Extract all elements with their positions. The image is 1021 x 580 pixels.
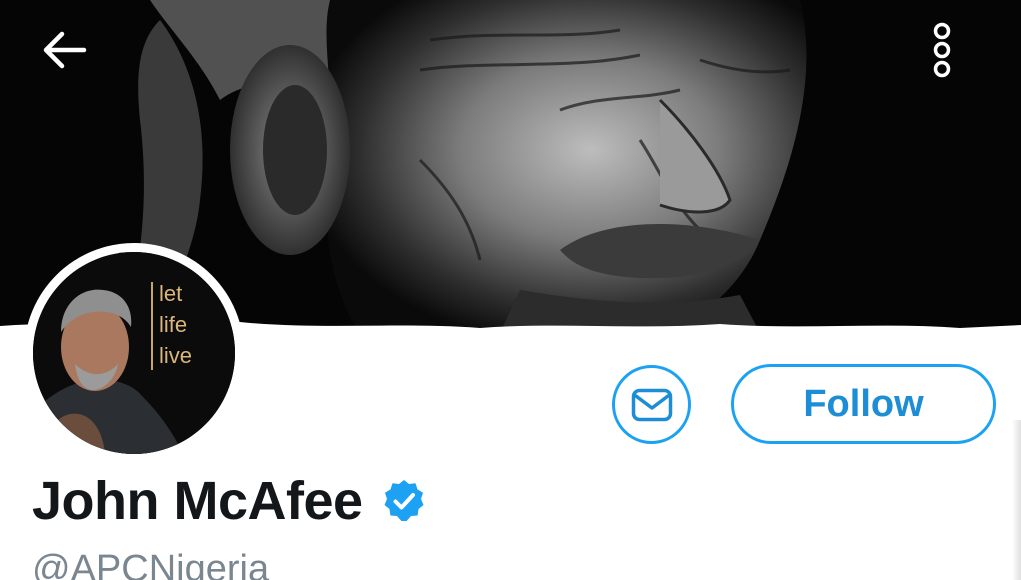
avatar-gold-divider bbox=[151, 282, 153, 370]
verified-badge-icon bbox=[384, 480, 424, 521]
avatar-text-line: live bbox=[159, 343, 193, 368]
vertical-ellipsis-icon bbox=[933, 22, 951, 78]
profile-handle: @APCNigeria bbox=[32, 548, 270, 580]
back-button[interactable] bbox=[40, 30, 120, 102]
avatar-photo: let life live bbox=[33, 252, 235, 454]
profile-screen: let life live Follow John McAfee @APCNig… bbox=[0, 0, 1021, 580]
display-name: John McAfee bbox=[32, 471, 363, 531]
profile-avatar[interactable]: let life live bbox=[24, 243, 244, 463]
avatar-text-line: life bbox=[159, 312, 188, 337]
direct-message-button[interactable] bbox=[612, 365, 691, 444]
more-options-button[interactable] bbox=[930, 22, 994, 104]
follow-button[interactable]: Follow bbox=[731, 364, 996, 444]
arrow-left-icon bbox=[43, 31, 87, 69]
avatar-overlay-text: let life live bbox=[159, 278, 192, 371]
avatar-text-line: let bbox=[159, 281, 183, 306]
scroll-edge-shadow bbox=[1012, 420, 1021, 580]
avatar-portrait-illustration bbox=[33, 252, 235, 454]
envelope-icon bbox=[631, 388, 672, 421]
profile-name-row: John McAfee bbox=[32, 468, 427, 534]
